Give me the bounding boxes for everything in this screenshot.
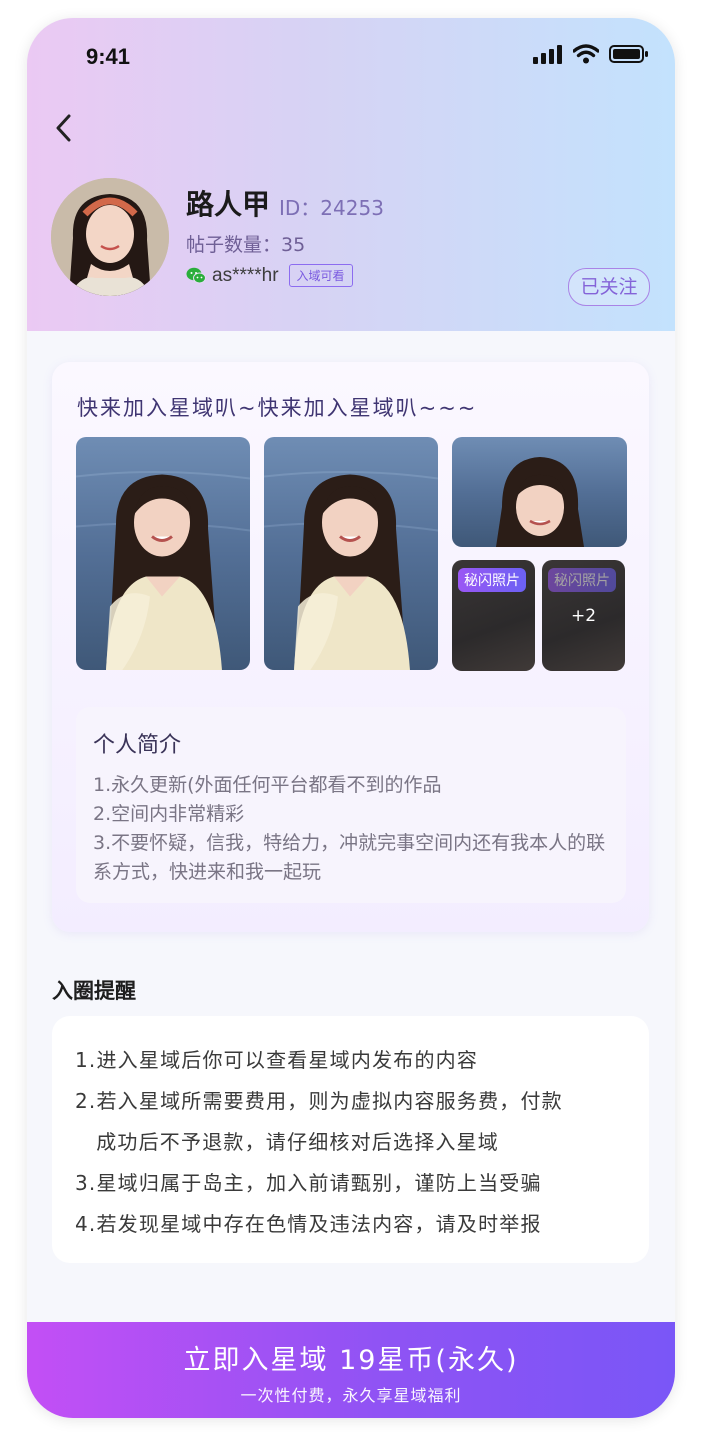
reminder-line: 成功后不予退款，请仔细核对后选择入星域 <box>75 1130 499 1154</box>
user-name: 路人甲 <box>186 188 271 221</box>
reminder-line: 1.进入星域后你可以查看星域内发布的内容 <box>75 1048 479 1072</box>
join-button-label: 立即入星域 19星币(永久) <box>183 1345 519 1376</box>
bio-section: 个人简介 1.永久更新(外面任何平台都看不到的作品 2.空间内非常精彩 3.不要… <box>76 707 626 903</box>
phone-screen: 9:41 路人甲 ID：24253 帖子数量：35 as****hr 入域可看 … <box>27 18 675 1418</box>
visibility-badge: 入域可看 <box>288 264 353 287</box>
wechat-icon <box>186 267 206 283</box>
join-button-subtitle: 一次性付费，永久享星域福利 <box>240 1386 462 1405</box>
bio-line: 3.不要怀疑，信我，特给力，冲就完事空间内还有我本人的联系方式，快进来和我一起玩 <box>93 832 606 883</box>
battery-icon <box>609 45 648 63</box>
signal-icon <box>533 45 562 64</box>
bio-line: 1.永久更新(外面任何平台都看不到的作品 <box>93 774 442 796</box>
wechat-id: as****hr <box>212 264 279 286</box>
status-time: 9:41 <box>86 44 131 69</box>
reminder-title: 入圈提醒 <box>52 979 136 1003</box>
flash-photo-2[interactable]: 秘闪照片 +2 <box>542 560 625 671</box>
chevron-left-icon <box>56 114 71 142</box>
avatar[interactable] <box>51 178 169 296</box>
photo-image <box>76 437 250 670</box>
reminder-line: 3.星域归属于岛主，加入前请甄别，谨防上当受骗 <box>75 1171 542 1195</box>
reminder-card: 1.进入星域后你可以查看星域内发布的内容 2.若入星域所需要费用，则为虚拟内容服… <box>52 1016 649 1263</box>
flash-photo-tag: 秘闪照片 <box>458 568 526 592</box>
flash-photo-1[interactable]: 秘闪照片 <box>452 560 535 671</box>
photo-image <box>452 437 627 547</box>
reminder-line: 4.若发现星域中存在色情及违法内容，请及时举报 <box>75 1212 542 1236</box>
bio-line: 2.空间内非常精彩 <box>93 803 245 825</box>
bio-title: 个人简介 <box>93 733 182 758</box>
post-count: 帖子数量：35 <box>186 234 306 256</box>
domain-title: 快来加入星域叭~快来加入星域叭~~~ <box>77 396 478 420</box>
reminder-line: 2.若入星域所需要费用，则为虚拟内容服务费，付款 <box>75 1089 563 1113</box>
wifi-icon <box>573 44 599 64</box>
more-count: +2 <box>570 606 597 626</box>
back-button[interactable] <box>49 106 89 150</box>
avatar-image <box>51 178 169 296</box>
photo-image <box>264 437 438 670</box>
follow-button[interactable]: 已关注 <box>568 268 650 306</box>
domain-card: 快来加入星域叭~快来加入星域叭~~~ 秘闪照片 秘闪照片 +2 个人简介 1.永… <box>52 362 649 932</box>
photo-1[interactable] <box>76 437 250 670</box>
photo-3[interactable] <box>452 437 627 547</box>
wechat-row: as****hr 入域可看 <box>186 264 353 287</box>
reminder-text: 1.进入星域后你可以查看星域内发布的内容 2.若入星域所需要费用，则为虚拟内容服… <box>75 1040 631 1245</box>
flash-photo-tag: 秘闪照片 <box>548 568 616 592</box>
join-button[interactable]: 立即入星域 19星币(永久) 一次性付费，永久享星域福利 <box>27 1322 675 1418</box>
photo-2[interactable] <box>264 437 438 670</box>
user-id: ID：24253 <box>279 196 384 220</box>
status-icons <box>533 44 649 64</box>
bio-text: 1.永久更新(外面任何平台都看不到的作品 2.空间内非常精彩 3.不要怀疑，信我… <box>93 771 614 887</box>
